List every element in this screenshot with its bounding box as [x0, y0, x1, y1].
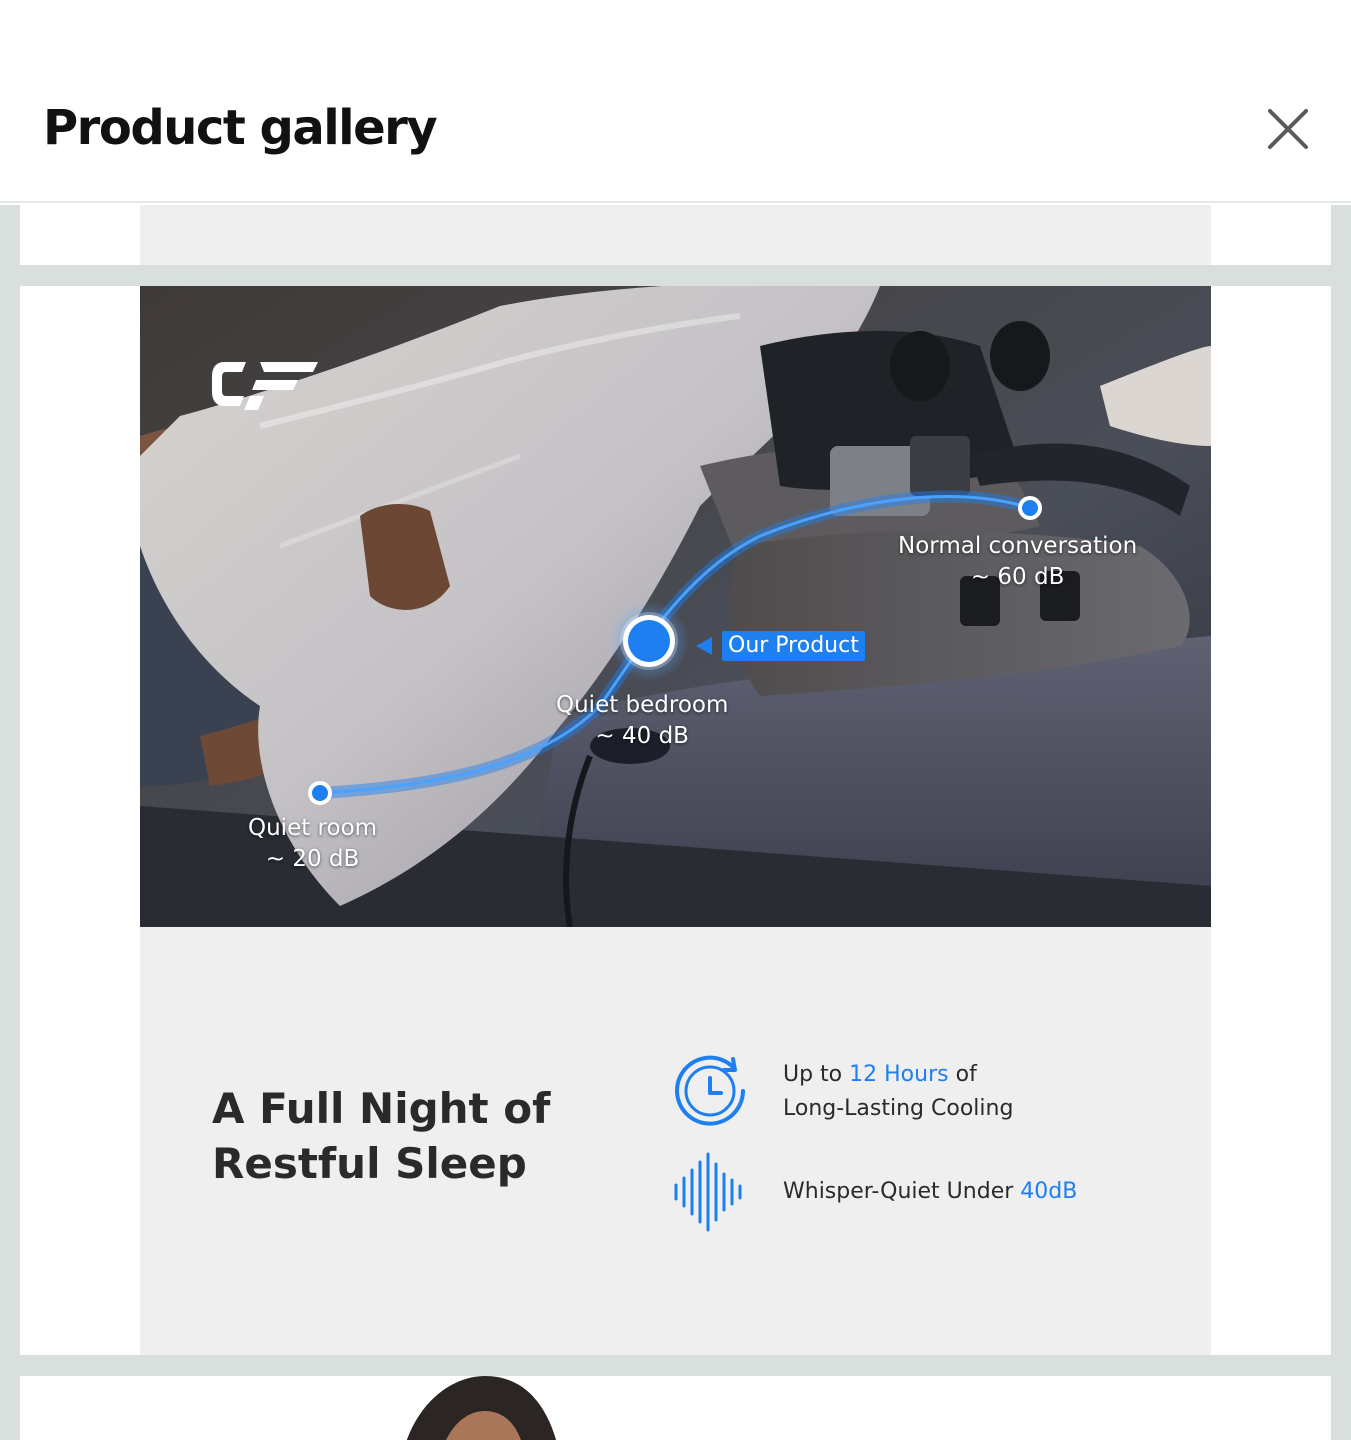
- cooling-feature-line-2: Long-Lasting Cooling: [783, 1096, 1014, 1121]
- sound-wave-icon: [674, 1152, 742, 1232]
- gallery-image-previous: [140, 205, 1211, 265]
- cooling-feature-text: Up to 12 Hours of Long-Lasting Cooling: [783, 1058, 1013, 1126]
- product-image: Normal conversation ~ 60 dB Our Product …: [140, 286, 1211, 1355]
- cooling-hours: 12 Hours: [849, 1062, 949, 1087]
- page-title: Product gallery: [43, 100, 438, 156]
- cf-brand-logo: [212, 362, 318, 410]
- close-button[interactable]: [1262, 103, 1314, 155]
- quiet-room-label: Quiet room ~ 20 dB: [248, 813, 377, 875]
- quiet-bedroom-label: Quiet bedroom ~ 40 dB: [556, 690, 728, 752]
- normal-conversation-name: Normal conversation: [898, 533, 1138, 559]
- normal-conversation-label: Normal conversation ~ 60 dB: [898, 531, 1137, 593]
- gallery-card-next[interactable]: [20, 1376, 1331, 1440]
- quiet-bedroom-level: ~ 40 dB: [595, 723, 689, 749]
- quiet-db: 40dB: [1020, 1179, 1078, 1204]
- quiet-room-level: ~ 20 dB: [265, 846, 360, 872]
- our-product-arrow: [696, 637, 712, 655]
- normal-conversation-level: ~ 60 dB: [970, 564, 1065, 590]
- product-headline: A Full Night of Restful Sleep: [212, 1081, 550, 1191]
- product-photo: Normal conversation ~ 60 dB Our Product …: [140, 286, 1211, 927]
- noise-point-normal-conversation: [1018, 496, 1042, 520]
- gallery-header: Product gallery: [0, 0, 1351, 203]
- gallery-image-next: [406, 1376, 556, 1440]
- headline-line-2: Restful Sleep: [212, 1139, 527, 1188]
- gallery-card-previous[interactable]: [20, 205, 1331, 265]
- cooling-prefix: Up to: [783, 1062, 843, 1087]
- noise-point-our-product: [609, 601, 689, 681]
- cooling-suffix: of: [955, 1062, 977, 1087]
- cooling-feature-line-1: Up to 12 Hours of: [783, 1058, 1013, 1092]
- gallery-scroll-area[interactable]: Normal conversation ~ 60 dB Our Product …: [0, 205, 1351, 1440]
- quiet-feature-text: Whisper-Quiet Under 40dB: [783, 1175, 1077, 1209]
- our-product-tag: Our Product: [722, 631, 865, 661]
- noise-point-quiet-room: [308, 781, 332, 805]
- quiet-bedroom-name: Quiet bedroom: [556, 692, 729, 718]
- quiet-room-name: Quiet room: [248, 815, 378, 841]
- clock-icon: [675, 1055, 745, 1126]
- headline-line-1: A Full Night of: [212, 1084, 551, 1133]
- close-icon: [1268, 109, 1308, 149]
- gallery-card-current[interactable]: Normal conversation ~ 60 dB Our Product …: [20, 286, 1331, 1355]
- quiet-prefix: Whisper-Quiet Under: [783, 1179, 1014, 1204]
